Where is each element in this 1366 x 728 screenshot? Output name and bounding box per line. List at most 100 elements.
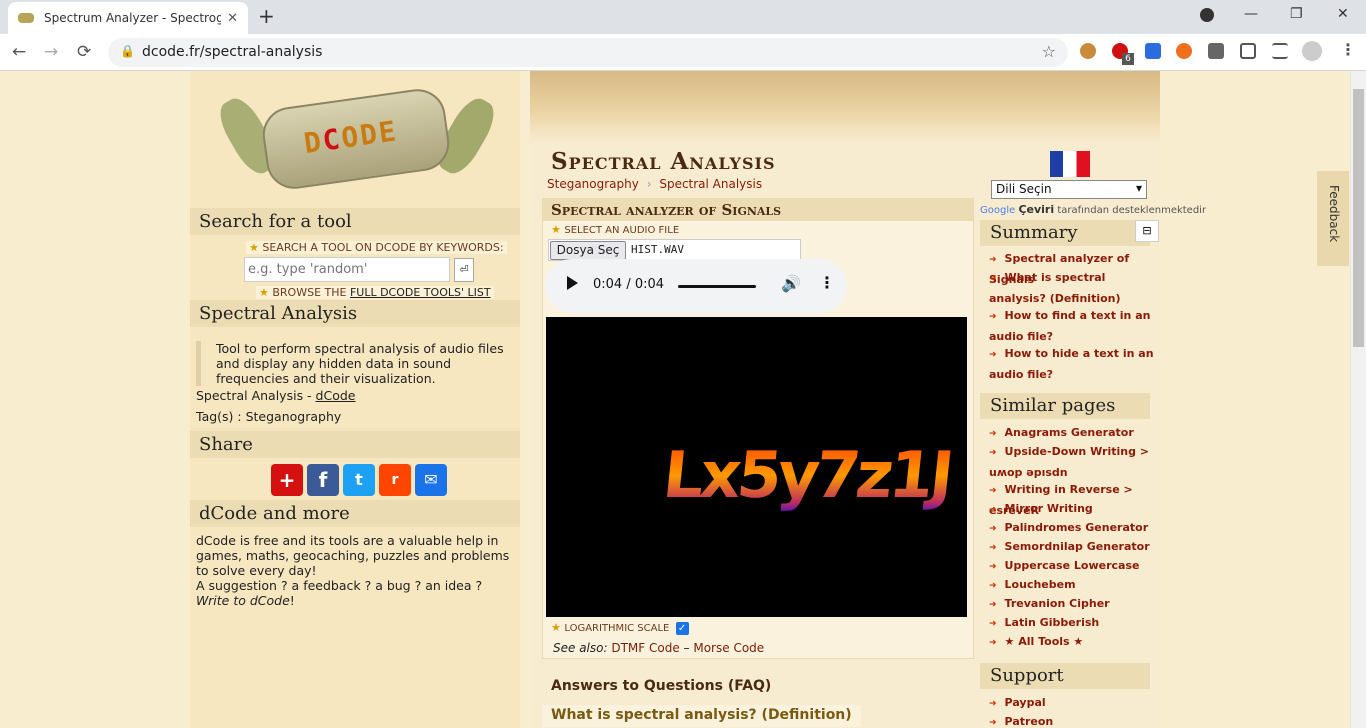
share-addthis-icon[interactable]: + bbox=[271, 464, 303, 496]
faq-title: Answers to Questions (FAQ) bbox=[551, 678, 772, 694]
browse-line: ★ BROWSE THE FULL DCODE TOOLS' LIST bbox=[256, 286, 494, 299]
summary-item[interactable]: ➜ How to hide a text in an audio file? bbox=[989, 344, 1159, 384]
translate-link[interactable]: Çeviri bbox=[1018, 203, 1054, 216]
browser-toolbar: ← → ⟳ 🔒 dcode.fr/spectral-analysis ☆ bbox=[0, 34, 1366, 71]
choose-file-button[interactable]: Dosya Seç bbox=[550, 241, 626, 260]
similar-item[interactable]: ➜ Semordnilap Generator bbox=[989, 537, 1159, 558]
profile-menu-icon[interactable] bbox=[1200, 8, 1214, 22]
media-control-icon[interactable] bbox=[1272, 43, 1288, 59]
similar-item[interactable]: ➜ Upside-Down Writing > uʍop əpısdn bbox=[989, 442, 1159, 482]
dcode-author-link[interactable]: dCode bbox=[316, 388, 356, 403]
tool-description: Tool to perform spectral analysis of aud… bbox=[196, 341, 516, 386]
summary-toggle-button[interactable]: ⊟ bbox=[1135, 220, 1159, 242]
similar-item[interactable]: ➜ Palindromes Generator bbox=[989, 518, 1159, 539]
morse-code-link[interactable]: Morse Code bbox=[693, 641, 764, 655]
audio-file-input[interactable]: Dosya Seç HIST.WAV bbox=[548, 239, 801, 261]
breadcrumb-spectral-analysis[interactable]: Spectral Analysis bbox=[659, 177, 762, 191]
see-also: See also: DTMF Code – Morse Code bbox=[553, 641, 764, 656]
similar-item[interactable]: ➜ Louchebem bbox=[989, 575, 1159, 596]
maximize-button[interactable]: ❐ bbox=[1290, 6, 1303, 22]
web-page: DCODE Search for a tool ★ SEARCH A TOOL … bbox=[0, 71, 1366, 728]
similar-item[interactable]: ➜ Anagrams Generator bbox=[989, 423, 1159, 444]
cookie-extension-icon[interactable] bbox=[1080, 43, 1096, 59]
see-also-prefix: See also: bbox=[553, 641, 612, 655]
tab-close-icon[interactable]: ✕ bbox=[227, 11, 238, 26]
bullet-icon: ➜ bbox=[989, 718, 997, 728]
breadcrumb-steganography[interactable]: Steganography bbox=[547, 177, 639, 191]
summary-item-label: How to find a text in an audio file? bbox=[989, 309, 1151, 343]
user-avatar[interactable] bbox=[1302, 41, 1322, 61]
bullet-icon: ➜ bbox=[989, 581, 997, 591]
bullet-icon: ➜ bbox=[989, 505, 997, 515]
bookmark-star-icon[interactable]: ☆ bbox=[1042, 42, 1056, 61]
bullet-icon: ➜ bbox=[989, 448, 997, 458]
search-label-text: SEARCH A TOOL ON DCODE BY KEYWORDS: bbox=[262, 241, 504, 254]
share-twitter-icon[interactable]: t bbox=[343, 464, 375, 496]
suggestion-text: A suggestion ? a feedback ? a bug ? an i… bbox=[196, 578, 514, 608]
select-audio-text: SELECT AN AUDIO FILE bbox=[564, 225, 680, 236]
similar-item-label: Louchebem bbox=[1004, 578, 1076, 591]
similar-item[interactable]: ➜ Latin Gibberish bbox=[989, 613, 1159, 634]
support-item[interactable]: ➜ Patreon bbox=[989, 712, 1159, 728]
dtmf-code-link[interactable]: DTMF Code bbox=[611, 641, 679, 655]
back-button[interactable]: ← bbox=[12, 42, 26, 62]
browse-all-tools-link[interactable]: FULL DCODE TOOLS' LIST bbox=[350, 286, 491, 299]
puzzle-extensions-icon[interactable] bbox=[1208, 43, 1224, 59]
audio-more-icon[interactable]: ⋮ bbox=[819, 273, 835, 292]
similar-item[interactable]: ➜ Mirror Writing bbox=[989, 499, 1159, 520]
dcode-logo[interactable]: DCODE bbox=[212, 76, 502, 201]
log-scale-checkbox[interactable]: ✓ bbox=[675, 621, 689, 635]
summary-item[interactable]: ➜ How to find a text in an audio file? bbox=[989, 306, 1159, 346]
volume-icon[interactable]: 🔊 bbox=[781, 274, 801, 293]
language-select[interactable]: Dili Seçin ▾ bbox=[991, 180, 1147, 199]
tool-search-input[interactable] bbox=[244, 257, 450, 282]
bullet-icon: ➜ bbox=[989, 524, 997, 534]
audio-seek-bar[interactable] bbox=[678, 285, 756, 288]
bullet-icon: ➜ bbox=[989, 543, 997, 553]
scrollbar-thumb[interactable] bbox=[1353, 89, 1364, 347]
bullet-icon: ➜ bbox=[989, 562, 997, 572]
page-scrollbar[interactable] bbox=[1350, 71, 1366, 728]
feedback-tab[interactable]: Feedback bbox=[1317, 171, 1349, 266]
faq-question-1[interactable]: What is spectral analysis? (Definition) bbox=[542, 705, 861, 727]
similar-item-label: Mirror Writing bbox=[1004, 502, 1093, 515]
grid-extension-icon[interactable] bbox=[1145, 43, 1161, 59]
browser-tab[interactable]: Spectrum Analyzer - Spectrogram ✕ bbox=[8, 2, 248, 34]
tool-panel: Spectral analyzer of Signals ★ SELECT AN… bbox=[542, 198, 974, 659]
bullet-icon: ➜ bbox=[989, 638, 997, 648]
spectrogram-hidden-text: Lx5y7z1J bbox=[659, 438, 953, 513]
cast-icon[interactable] bbox=[1240, 43, 1256, 59]
forward-button[interactable]: → bbox=[44, 42, 58, 62]
bullet-icon: ➜ bbox=[989, 255, 997, 265]
share-facebook-icon[interactable]: f bbox=[307, 464, 339, 496]
search-submit-button[interactable]: ⏎ bbox=[454, 258, 474, 282]
reload-button[interactable]: ⟳ bbox=[77, 42, 91, 62]
summary-title: Summary bbox=[980, 220, 1150, 246]
breadcrumb-separator: › bbox=[646, 177, 652, 191]
write-to-dcode-link[interactable]: Write to dCode bbox=[196, 593, 290, 608]
language-select-value: Dili Seçin bbox=[996, 182, 1052, 196]
bullet-icon: ➜ bbox=[989, 486, 997, 496]
close-window-button[interactable]: ✕ bbox=[1337, 6, 1349, 22]
address-bar[interactable]: 🔒 dcode.fr/spectral-analysis ☆ bbox=[108, 38, 1068, 67]
bullet-icon: ➜ bbox=[989, 312, 997, 322]
left-sidebar: DCODE Search for a tool ★ SEARCH A TOOL … bbox=[190, 71, 520, 728]
chrome-menu-icon[interactable]: ⋮ bbox=[1340, 42, 1356, 59]
url-text: dcode.fr/spectral-analysis bbox=[142, 44, 323, 60]
similar-item[interactable]: ➜ Trevanion Cipher bbox=[989, 594, 1159, 615]
share-reddit-icon[interactable]: r bbox=[379, 464, 411, 496]
star-icon: ★ bbox=[249, 241, 263, 254]
support-item[interactable]: ➜ Paypal bbox=[989, 693, 1159, 714]
similar-item[interactable]: ➜ ★ All Tools ★ bbox=[989, 632, 1159, 653]
similar-pages-title: Similar pages bbox=[980, 393, 1150, 419]
share-email-icon[interactable]: ✉ bbox=[415, 464, 447, 496]
similar-item[interactable]: ➜ Uppercase Lowercase bbox=[989, 556, 1159, 577]
select-audio-label: ★ SELECT AN AUDIO FILE bbox=[551, 223, 679, 236]
new-tab-button[interactable]: + bbox=[258, 6, 275, 26]
minimize-button[interactable]: — bbox=[1244, 6, 1258, 22]
similar-item-label: Uppercase Lowercase bbox=[1004, 559, 1140, 572]
summary-item[interactable]: ➜ What is spectral analysis? (Definition) bbox=[989, 268, 1159, 308]
french-flag-icon[interactable] bbox=[1050, 151, 1090, 177]
orange-extension-icon[interactable] bbox=[1176, 43, 1192, 59]
play-icon[interactable] bbox=[567, 276, 578, 290]
